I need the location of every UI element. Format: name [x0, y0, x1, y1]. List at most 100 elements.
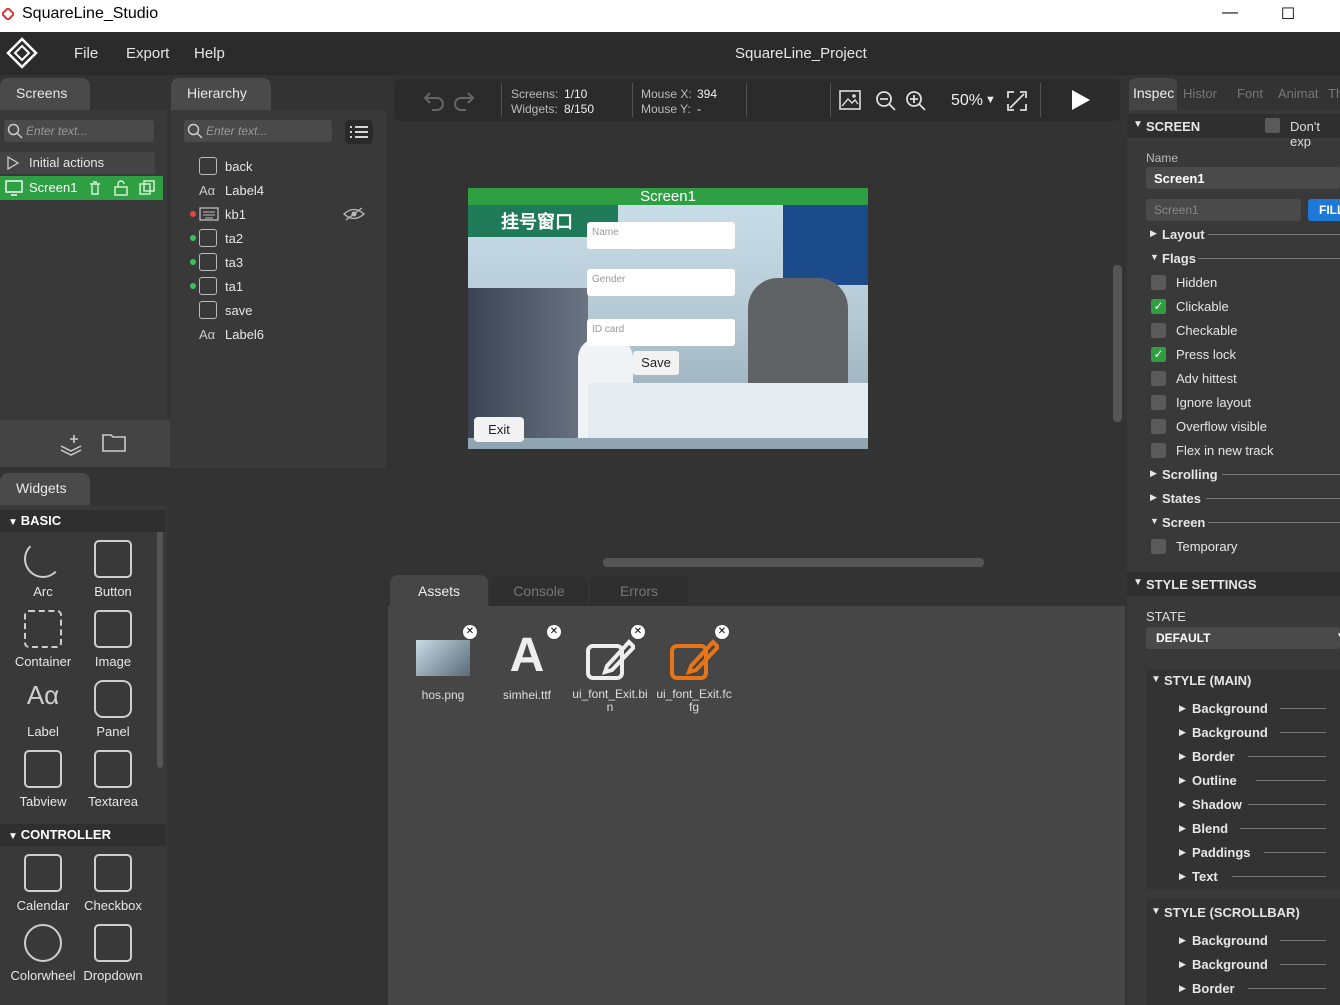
state-dropdown[interactable]: DEFAULT▼: [1146, 627, 1340, 649]
widget-tabview[interactable]: Tabview: [10, 750, 76, 809]
hierarchy-item-label6[interactable]: Label6: [225, 327, 264, 342]
temporary-checkbox[interactable]: [1151, 539, 1166, 554]
hierarchy-item-save[interactable]: save: [225, 303, 252, 318]
unlock-icon[interactable]: [113, 180, 129, 196]
hidden-checkbox[interactable]: [1151, 275, 1166, 290]
zoom-in-icon[interactable]: [905, 90, 927, 112]
canvas-vertical-scrollbar[interactable]: [1113, 265, 1122, 422]
widget-label[interactable]: Aα Label: [10, 680, 76, 739]
remove-asset-icon[interactable]: ✕: [631, 625, 645, 639]
play-icon[interactable]: [1068, 88, 1092, 112]
overflow-visible-checkbox[interactable]: [1151, 419, 1166, 434]
chevron-down-icon[interactable]: ▼: [985, 94, 996, 106]
menu-export[interactable]: Export: [126, 45, 169, 62]
zoom-out-icon[interactable]: [875, 90, 897, 112]
group-scrolling[interactable]: Scrolling: [1162, 467, 1218, 482]
zoom-level-dropdown[interactable]: 50%: [951, 92, 983, 110]
minimize-button[interactable]: —: [1218, 4, 1242, 24]
tab-widgets[interactable]: Widgets: [0, 473, 90, 505]
initial-actions-row[interactable]: Initial actions: [0, 152, 155, 174]
duplicate-icon[interactable]: [139, 180, 155, 196]
style-main-paddings-row[interactable]: Paddings: [1192, 845, 1251, 860]
tab-history[interactable]: Histor: [1183, 86, 1217, 101]
redo-icon[interactable]: [452, 89, 476, 111]
hierarchy-item-ta3[interactable]: ta3: [225, 255, 243, 270]
widget-panel[interactable]: Panel: [80, 680, 146, 739]
widget-calendar[interactable]: Calendar: [10, 854, 76, 913]
hierarchy-item-label4[interactable]: Label4: [225, 183, 264, 198]
canvas-horizontal-scrollbar[interactable]: [603, 558, 984, 567]
exit-button[interactable]: Exit: [474, 417, 524, 442]
group-screen[interactable]: Screen: [1162, 515, 1205, 530]
style-scrollbar-background-row[interactable]: Background: [1192, 933, 1268, 948]
menu-help[interactable]: Help: [194, 45, 225, 62]
group-style-scrollbar[interactable]: STYLE (SCROLLBAR): [1164, 905, 1300, 920]
tab-assets[interactable]: Assets: [390, 575, 488, 606]
idcard-textarea[interactable]: ID card: [587, 319, 735, 346]
tab-inspector[interactable]: Inspec: [1129, 78, 1177, 110]
hierarchy-item-ta2[interactable]: ta2: [225, 231, 243, 246]
asset-ui-font-exit-bin[interactable]: ui_font_Exit.bi n: [568, 628, 652, 714]
style-main-border-row[interactable]: Border: [1192, 749, 1235, 764]
group-layout[interactable]: Layout: [1162, 227, 1205, 242]
adv-hittest-checkbox[interactable]: [1151, 371, 1166, 386]
remove-asset-icon[interactable]: ✕: [547, 625, 561, 639]
widget-checkbox[interactable]: Checkbox: [80, 854, 146, 913]
group-style-main[interactable]: STYLE (MAIN): [1164, 673, 1251, 688]
section-controller[interactable]: ▼ CONTROLLER: [0, 824, 166, 846]
tab-hierarchy[interactable]: Hierarchy: [171, 78, 271, 110]
screens-search-input[interactable]: Enter text...: [4, 120, 154, 142]
style-scrollbar-border-row[interactable]: Border: [1192, 981, 1235, 996]
asset-hos-png[interactable]: hos.png: [401, 628, 485, 702]
style-main-outline-row[interactable]: Outline: [1192, 773, 1237, 788]
style-main-shadow-row[interactable]: Shadow: [1192, 797, 1242, 812]
screen-item-screen1[interactable]: Screen1: [0, 176, 163, 200]
widget-image[interactable]: Image: [80, 610, 146, 669]
group-flags[interactable]: Flags: [1162, 251, 1196, 266]
widget-textarea[interactable]: Textarea: [80, 750, 146, 809]
fit-screen-icon[interactable]: [1006, 90, 1028, 112]
name-field[interactable]: Screen1: [1146, 167, 1340, 189]
clickable-checkbox[interactable]: ✓: [1151, 299, 1166, 314]
delete-icon[interactable]: [88, 180, 102, 196]
tab-animation[interactable]: Animat: [1278, 86, 1318, 101]
style-main-background-row[interactable]: Background: [1192, 725, 1268, 740]
hierarchy-item-back[interactable]: back: [225, 159, 252, 174]
widgets-scrollbar[interactable]: [157, 510, 163, 768]
tab-console[interactable]: Console: [490, 575, 588, 606]
hierarchy-item-ta1[interactable]: ta1: [225, 279, 243, 294]
style-main-blend-row[interactable]: Blend: [1192, 821, 1228, 836]
screen-preview[interactable]: Screen1 挂号窗口 Name Gender ID card Save Ex…: [468, 188, 868, 449]
remove-asset-icon[interactable]: ✕: [463, 625, 477, 639]
widget-dropdown[interactable]: Dropdown: [80, 924, 146, 983]
name-prefix-field[interactable]: Screen1: [1146, 199, 1301, 221]
gender-textarea[interactable]: Gender: [587, 269, 735, 296]
tab-screens[interactable]: Screens: [0, 78, 90, 110]
add-screen-icon[interactable]: [58, 432, 84, 456]
tab-errors[interactable]: Errors: [590, 575, 688, 606]
asset-ui-font-exit-fcfg[interactable]: ui_font_Exit.fc fg: [652, 628, 736, 714]
group-states[interactable]: States: [1162, 491, 1201, 506]
undo-icon[interactable]: [422, 89, 446, 111]
hierarchy-search-input[interactable]: Enter text...: [184, 120, 332, 142]
press-lock-checkbox[interactable]: ✓: [1151, 347, 1166, 362]
checkable-checkbox[interactable]: [1151, 323, 1166, 338]
save-button[interactable]: Save: [633, 351, 679, 375]
tab-themes[interactable]: Th: [1328, 86, 1340, 101]
widget-container[interactable]: Container: [10, 610, 76, 669]
flex-new-track-checkbox[interactable]: [1151, 443, 1166, 458]
asset-simhei-ttf[interactable]: A simhei.ttf: [485, 628, 569, 703]
maximize-button[interactable]: ☐: [1276, 4, 1300, 24]
dont-export-checkbox[interactable]: [1265, 118, 1280, 133]
widget-arc[interactable]: Arc: [10, 540, 76, 599]
widget-colorwheel[interactable]: Colorwheel: [10, 924, 76, 983]
background-image-icon[interactable]: [839, 90, 861, 110]
widget-button[interactable]: Button: [80, 540, 146, 599]
tab-font[interactable]: Font: [1237, 86, 1263, 101]
menu-file[interactable]: File: [74, 45, 98, 62]
remove-asset-icon[interactable]: ✕: [715, 625, 729, 639]
list-view-button[interactable]: [345, 120, 373, 144]
style-main-text-row[interactable]: Text: [1192, 869, 1218, 884]
section-basic[interactable]: ▼ BASIC: [0, 510, 166, 532]
style-scrollbar-background-row[interactable]: Background: [1192, 957, 1268, 972]
